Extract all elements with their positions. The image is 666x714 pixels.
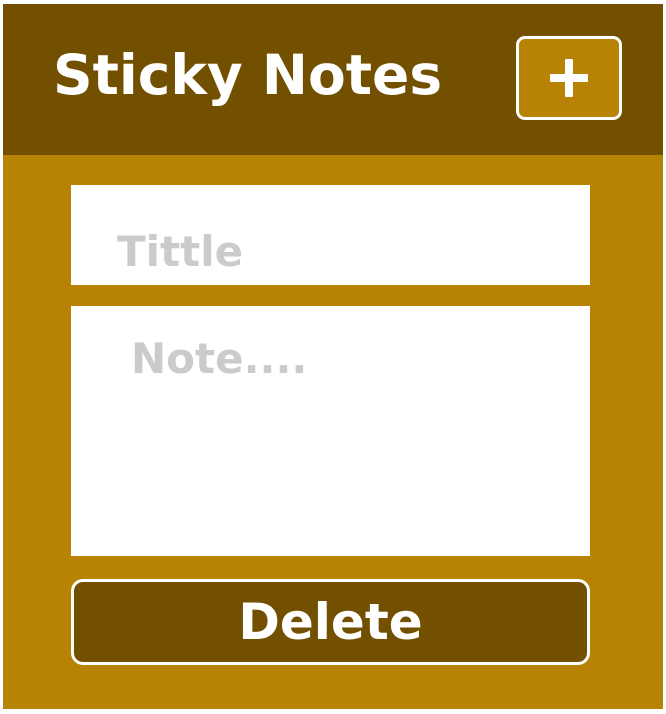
note-body-input[interactable] <box>71 306 590 556</box>
app-header: Sticky Notes <box>3 4 663 155</box>
note-title-input[interactable] <box>71 185 590 285</box>
app-title: Sticky Notes <box>53 43 443 107</box>
add-note-button[interactable] <box>516 36 622 120</box>
plus-icon <box>550 59 588 97</box>
sticky-notes-app: Sticky Notes Delete <box>3 4 663 709</box>
delete-note-button[interactable]: Delete <box>71 579 590 665</box>
